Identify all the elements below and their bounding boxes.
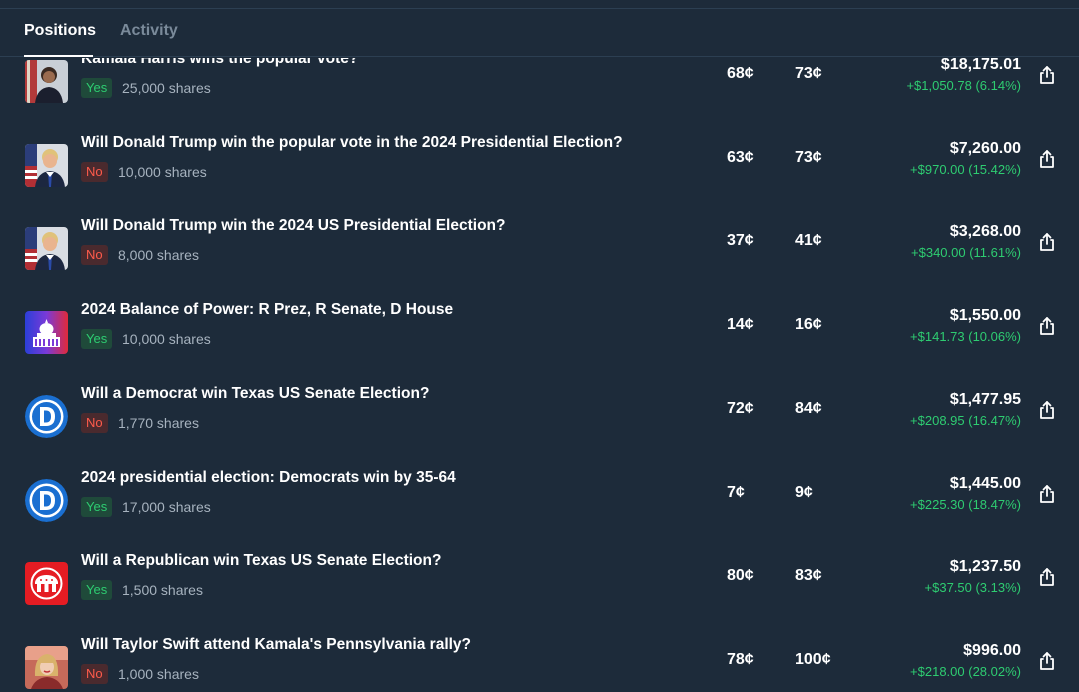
position-row[interactable]: 2024 Balance of Power: R Prez, R Senate,… [0,293,1079,377]
market-title[interactable]: 2024 presidential election: Democrats wi… [81,469,456,487]
trump-portrait-icon [25,143,68,187]
share-count: 10,000 shares [122,331,211,348]
profit-loss: +$141.73 (10.06%) [910,329,1021,345]
avg-price: 78¢ [727,650,754,668]
current-price: 73¢ [795,148,822,166]
position-row[interactable]: Will Taylor Swift attend Kamala's Pennsy… [0,628,1079,692]
share-count: 10,000 shares [118,163,207,180]
current-price: 16¢ [795,316,822,334]
avg-price: 72¢ [727,399,754,417]
outcome-badge: Yes [81,496,113,517]
share-count: 17,000 shares [122,498,211,515]
trump-portrait-icon [25,227,68,271]
share-count: 8,000 shares [118,247,199,264]
taylor-swift-portrait-icon [25,645,68,689]
position-row[interactable]: Will Donald Trump win the 2024 US Presid… [0,209,1079,293]
position-row[interactable]: Will Donald Trump win the popular vote i… [0,126,1079,210]
outcome-badge: Yes [81,329,113,350]
democrat-logo-icon [25,394,68,438]
market-title[interactable]: Will Donald Trump win the popular vote i… [81,134,623,152]
harris-portrait-icon [25,60,68,103]
outcome-badge: Yes [81,580,113,601]
share-icon[interactable] [1037,484,1057,504]
avg-price: 14¢ [727,316,754,334]
outcome-badge: No [81,412,108,433]
share-icon[interactable] [1037,149,1057,169]
avg-price: 63¢ [727,148,754,166]
active-tab-indicator [24,55,93,57]
avg-price: 80¢ [727,567,754,585]
market-title[interactable]: Kamala Harris wins the popular vote? [81,58,358,68]
avg-price: 37¢ [727,232,754,250]
top-border [0,0,1079,9]
outcome-badge: No [81,663,108,684]
profit-loss: +$218.00 (28.02%) [910,663,1021,679]
current-price: 84¢ [795,399,822,417]
tab-bar: Positions Activity [0,10,1079,57]
current-price: 9¢ [795,483,813,501]
market-title[interactable]: 2024 Balance of Power: R Prez, R Senate,… [81,301,453,319]
position-row[interactable]: 2024 presidential election: Democrats wi… [0,461,1079,545]
position-row[interactable]: Kamala Harris wins the popular vote? Yes 2… [0,58,1079,126]
share-icon[interactable] [1037,567,1057,587]
position-value: $1,477.95 [949,390,1021,408]
tab-positions[interactable]: Positions [24,22,96,40]
profit-loss: +$340.00 (11.61%) [911,245,1021,261]
position-value: $7,260.00 [949,139,1021,157]
position-value: $3,268.00 [949,223,1021,241]
market-title[interactable]: Will a Democrat win Texas US Senate Elec… [81,385,429,403]
capitol-icon [25,311,68,355]
position-value: $1,445.00 [949,474,1021,492]
current-price: 100¢ [795,650,831,668]
market-title[interactable]: Will a Republican win Texas US Senate El… [81,552,441,570]
positions-list: Kamala Harris wins the popular vote? Yes 2… [0,58,1079,692]
share-count: 1,770 shares [118,414,199,431]
outcome-badge: No [81,245,108,266]
position-value: $1,550.00 [949,307,1021,325]
share-icon[interactable] [1037,316,1057,336]
current-price: 41¢ [795,232,822,250]
profit-loss: +$1,050.78 (6.14%) [906,78,1021,93]
share-icon[interactable] [1037,400,1057,420]
position-value: $1,237.50 [949,558,1021,576]
market-title[interactable]: Will Donald Trump win the 2024 US Presid… [81,217,505,235]
market-title[interactable]: Will Taylor Swift attend Kamala's Pennsy… [81,636,471,654]
democrat-logo-icon [25,478,68,522]
avg-price: 68¢ [727,65,754,82]
position-value: $996.00 [963,641,1021,659]
share-count: 1,500 shares [122,582,203,599]
share-icon[interactable] [1037,651,1057,671]
republican-logo-icon [25,562,68,606]
position-row[interactable]: Will a Democrat win Texas US Senate Elec… [0,377,1079,461]
profit-loss: +$208.95 (16.47%) [910,412,1021,428]
profit-loss: +$37.50 (3.13%) [924,580,1021,596]
avg-price: 7¢ [727,483,745,501]
outcome-badge: No [81,161,108,182]
share-count: 1,000 shares [118,665,199,682]
position-value: $18,175.01 [940,58,1021,73]
share-icon[interactable] [1037,232,1057,252]
share-count: 25,000 shares [122,80,211,96]
share-icon[interactable] [1037,65,1057,85]
tab-activity[interactable]: Activity [120,22,178,40]
position-row[interactable]: Will a Republican win Texas US Senate El… [0,544,1079,628]
profit-loss: +$225.30 (18.47%) [910,496,1021,512]
outcome-badge: Yes [81,78,113,98]
profit-loss: +$970.00 (15.42%) [910,161,1021,177]
current-price: 83¢ [795,567,822,585]
current-price: 73¢ [795,65,822,82]
